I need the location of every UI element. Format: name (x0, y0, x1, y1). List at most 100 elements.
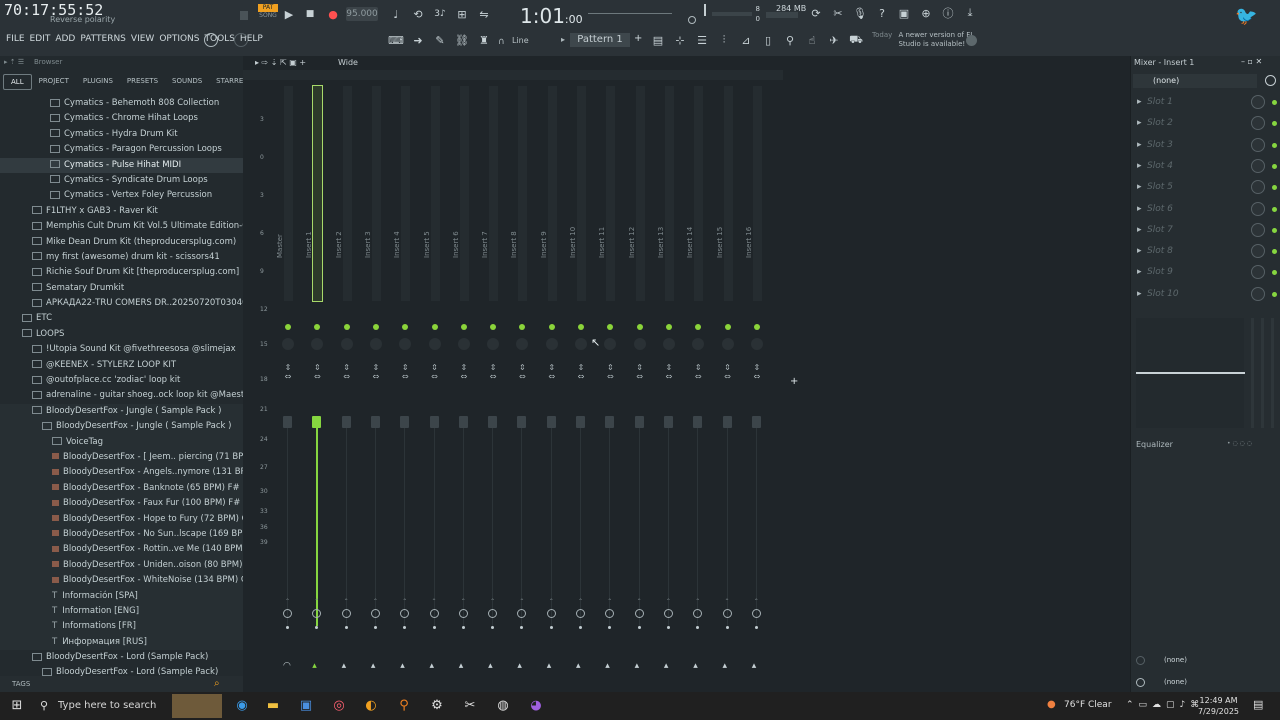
effect-slot[interactable]: ▸ Slot 6 (1131, 200, 1280, 221)
file-explorer-icon[interactable]: ▬ (264, 697, 282, 715)
cart-icon[interactable]: ⛟ (848, 32, 864, 48)
settings-gear-icon[interactable]: ⚙ (428, 697, 446, 715)
mixer-strip[interactable]: Insert 12 ⇕ ⇔ ⌃ (628, 86, 652, 646)
strip-volume-fader[interactable] (576, 416, 585, 428)
strip-link-icon[interactable]: ⌃ (519, 598, 524, 605)
strip-enable-led[interactable] (636, 324, 643, 330)
effect-slot[interactable]: ▸ Slot 4 (1131, 157, 1280, 178)
slot-expand-icon[interactable]: ▸ (1137, 225, 1142, 235)
strip-send-knob[interactable] (634, 609, 644, 618)
fl-studio-taskbar-icon[interactable]: ◐ (362, 697, 380, 715)
mixer-strip[interactable]: Insert 1 ⇕ ⇔ ⌃ (305, 85, 329, 646)
browser-search-icon[interactable]: ⌕ (214, 676, 220, 692)
eq-band-faders[interactable] (1247, 318, 1277, 428)
browser-item[interactable]: T Informations [FR] (0, 619, 243, 635)
menu-view[interactable]: VIEW (131, 34, 154, 44)
strip-pan-knob[interactable] (311, 338, 324, 350)
arrow-right-icon[interactable]: ➜ (410, 32, 426, 48)
strip-enable-led[interactable] (372, 324, 379, 330)
strip-route-arrow-icon[interactable]: ▴ (517, 661, 522, 671)
strip-route-arrows-icon[interactable]: ⇕ ⇔ (370, 363, 382, 381)
mixer-strip[interactable]: Insert 5 ⇕ ⇔ ⌃ (423, 86, 447, 646)
strip-route-arrow-icon[interactable]: ▴ (400, 661, 405, 671)
strip-route-arrows-icon[interactable]: ⇕ ⇔ (516, 363, 528, 381)
strip-link-icon[interactable]: ⌃ (490, 598, 495, 605)
strip-route-arrows-icon[interactable]: ⇕ ⇔ (282, 363, 294, 381)
strip-send-knob[interactable] (341, 609, 351, 618)
browser-item[interactable]: T Information [ENG] (0, 603, 243, 620)
slot-enable-led[interactable] (1272, 100, 1277, 105)
browser-item[interactable]: BloodyDesertFox - No Sun..lscape (169 BP… (0, 526, 243, 543)
slot-mix-knob[interactable] (1251, 265, 1265, 280)
tab-project[interactable]: PROJECT (32, 74, 76, 90)
strip-link-icon[interactable]: ⌃ (578, 598, 583, 605)
browser-item[interactable]: Cymatics - Behemoth 808 Collection (0, 96, 243, 111)
strip-volume-fader[interactable] (634, 416, 644, 428)
strip-enable-led[interactable] (578, 324, 584, 330)
strip-enable-led[interactable] (519, 324, 526, 330)
menu-add[interactable]: ADD (55, 34, 75, 44)
browser-item[interactable]: Cymatics - Pulse Hihat MIDI (0, 157, 243, 173)
keyboard-icon[interactable]: ⌨ (388, 32, 404, 48)
window-controls-icon[interactable]: – ▫ ✕ (1241, 57, 1262, 66)
link-icon[interactable]: ⛓ (454, 32, 470, 48)
strip-route-arrow-icon[interactable]: ▴ (664, 661, 669, 671)
strip-route-arrows-icon[interactable]: ⇕ ⇔ (341, 363, 353, 381)
strip-enable-led[interactable] (548, 324, 555, 330)
strip-route-arrow-icon[interactable]: ▴ (430, 661, 435, 671)
download-icon[interactable]: ⤓ (962, 5, 978, 21)
app-red-icon[interactable]: ◎ (330, 697, 348, 715)
pat-song-toggle[interactable]: PAT SONG (258, 4, 278, 21)
master-pitch-slider[interactable] (588, 13, 672, 14)
strip-link-icon[interactable]: ⌃ (637, 598, 642, 605)
browser-item[interactable]: BloodyDesertFox - Banknote (65 BPM) F# m… (0, 480, 243, 497)
menu-options[interactable]: OPTIONS (159, 34, 199, 44)
strip-volume-fader[interactable] (400, 416, 410, 428)
tempo-tap-icon[interactable]: ✈ (826, 32, 842, 48)
strip-link-icon[interactable]: ⌃ (695, 598, 700, 605)
browser-item[interactable]: BloodyDesertFox - Uniden..oison (80 BPM)… (0, 557, 243, 574)
browser-item[interactable]: BloodyDesertFox - Faux Fur (100 BPM) F# … (0, 496, 243, 512)
discord-icon[interactable]: ◕ (527, 697, 545, 715)
magnet-icon[interactable]: ∩ (498, 37, 505, 47)
blend-notes-icon[interactable]: ⇋ (476, 6, 492, 22)
effect-slot[interactable]: ▸ Slot 10 (1131, 285, 1280, 306)
strip-pan-knob[interactable] (692, 338, 705, 350)
effect-slot[interactable]: ▸ Slot 7 (1131, 221, 1280, 242)
strip-volume-fader[interactable] (370, 416, 380, 428)
strip-volume-fader[interactable] (751, 416, 761, 428)
record-button[interactable]: ● (325, 6, 341, 22)
play-button[interactable]: ▶ (281, 6, 297, 22)
browser-item[interactable]: T Información [SPA] (0, 588, 243, 604)
strip-volume-fader[interactable] (517, 416, 527, 428)
edge-icon[interactable]: ◉ (233, 697, 251, 715)
document-icon[interactable]: ▯ (760, 32, 776, 48)
strip-send-knob[interactable] (576, 609, 585, 618)
slot-enable-led[interactable] (1272, 227, 1277, 233)
strip-route-arrows-icon[interactable]: ⇕ ⇔ (399, 363, 411, 381)
windows-start-icon[interactable]: ⊞ (8, 697, 26, 715)
mixer-strip[interactable]: Insert 10 ⇕ ⇔ ⌃ (569, 86, 593, 646)
mixer-strip[interactable]: Master ⇕ ⇔ ⌃ (276, 86, 300, 646)
browser-item[interactable]: my first (awesome) drum kit - scissors41 (0, 250, 243, 265)
eq-knobs-icon[interactable]: • ◌ ◌ ◌ (1227, 440, 1252, 447)
strip-enable-led[interactable] (460, 324, 467, 330)
strip-route-arrows-icon[interactable]: ⇕ ⇔ (604, 363, 616, 381)
strip-volume-fader[interactable] (283, 416, 292, 428)
save-icon[interactable]: ▣ (896, 5, 912, 21)
metronome-icon[interactable]: ♩ (388, 6, 404, 22)
tiger-widget-icon[interactable] (172, 694, 222, 718)
strip-volume-fader[interactable] (722, 416, 732, 428)
browser-item[interactable]: adrenaline - guitar shoeg..ock loop kit … (0, 388, 243, 403)
notification-icon[interactable]: ▤ (1253, 698, 1267, 712)
tempo-display[interactable]: 95.000 (346, 7, 378, 21)
strip-volume-fader[interactable] (341, 416, 351, 428)
browser-item[interactable]: T Информация [RUS] (0, 634, 243, 651)
slot-mix-knob[interactable] (1251, 201, 1265, 216)
mixer-strip[interactable]: Insert 6 ⇕ ⇔ ⌃ (452, 86, 476, 646)
strip-pan-knob[interactable] (369, 338, 382, 350)
strip-volume-fader[interactable] (693, 416, 703, 428)
strip-route-arrow-icon[interactable]: ▴ (605, 661, 610, 671)
info-icon[interactable]: ⓘ (940, 5, 956, 21)
strip-send-knob[interactable] (663, 609, 673, 618)
